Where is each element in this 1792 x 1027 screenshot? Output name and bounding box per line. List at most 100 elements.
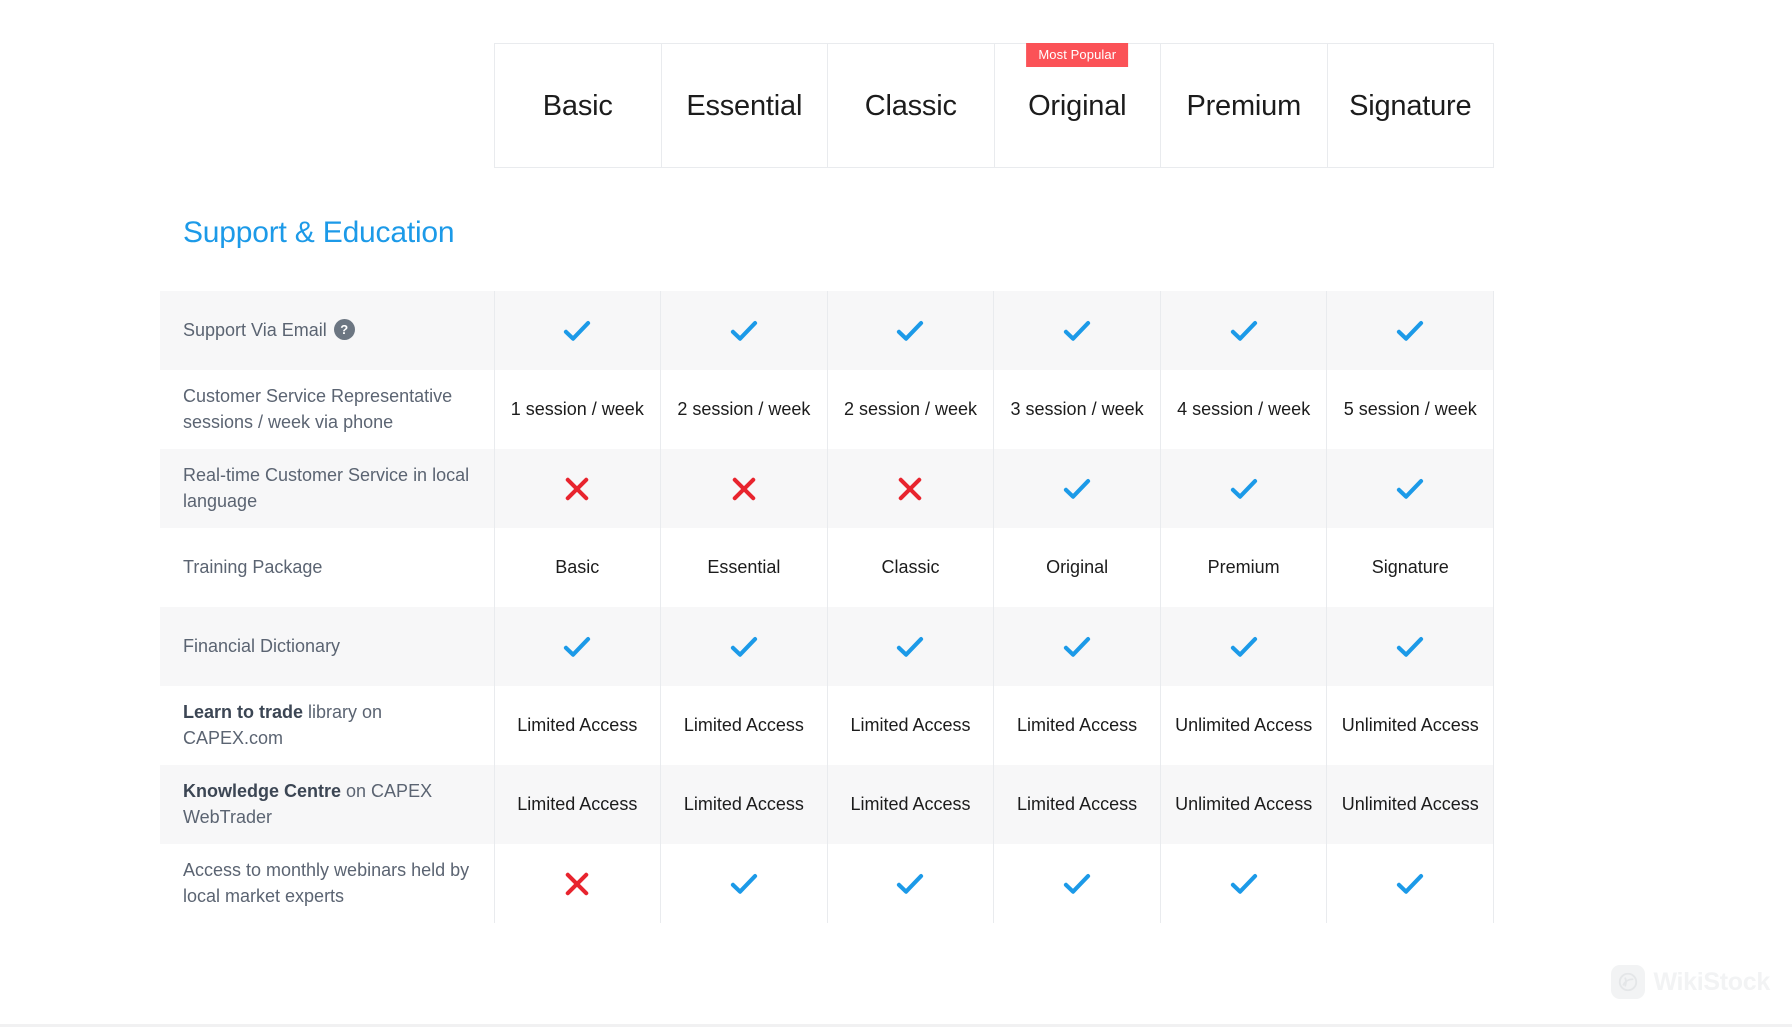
- feature-value-cell: Limited Access: [493, 765, 661, 844]
- feature-value-cell: [493, 291, 661, 370]
- table-row: Real-time Customer Service in local lang…: [160, 449, 1495, 528]
- feature-value-text: Classic: [881, 557, 940, 578]
- feature-value-cell: [826, 449, 994, 528]
- feature-value-text: Limited Access: [850, 794, 971, 815]
- feature-value-cell: 1 session / week: [493, 370, 661, 449]
- feature-label-text: Support Via Email: [183, 319, 327, 340]
- feature-value-text: Limited Access: [683, 715, 804, 736]
- plan-name-label: Classic: [864, 90, 957, 122]
- feature-value-text: Limited Access: [683, 794, 804, 815]
- feature-value-text: Signature: [1371, 557, 1449, 578]
- feature-value-cell: [993, 291, 1161, 370]
- feature-value-cell: [660, 449, 828, 528]
- plan-name-label: Original: [1028, 90, 1127, 122]
- feature-label-text: Financial Dictionary: [183, 635, 341, 656]
- wikistock-logo-icon: [1611, 965, 1646, 999]
- feature-value-cell: [660, 291, 828, 370]
- check-icon: [1060, 472, 1094, 506]
- feature-label-text: Real-time Customer Service in local lang…: [183, 464, 470, 511]
- feature-value-cell: [826, 844, 994, 923]
- feature-value-cell: [660, 844, 828, 923]
- feature-value-cell: Unlimited Access: [1159, 686, 1327, 765]
- plan-name-label: Signature: [1349, 90, 1472, 122]
- check-icon: [893, 867, 927, 901]
- feature-value-cell: [993, 844, 1161, 923]
- plan-header-card: Basic Essential Classic Most Popular Origina…: [494, 43, 1494, 168]
- table-row: Access to monthly webinars held by local…: [160, 844, 1495, 923]
- feature-value-cell: Limited Access: [660, 686, 828, 765]
- feature-label-cell: Real-time Customer Service in local lang…: [160, 449, 494, 528]
- feature-value-cell: [1326, 607, 1495, 686]
- feature-value-cell: Unlimited Access: [1159, 765, 1327, 844]
- feature-value-text: Limited Access: [850, 715, 971, 736]
- feature-label-text: Training Package: [183, 556, 323, 577]
- table-row: Training Package Basic Essential Classic Ori…: [160, 528, 1495, 607]
- check-icon: [1227, 630, 1261, 664]
- section-title-support-education: Support & Education: [183, 216, 455, 249]
- feature-comparison-table: Support Via Email? Customer Service Repre…: [160, 291, 1495, 923]
- feature-label-cell: Support Via Email?: [160, 291, 494, 370]
- feature-value-text: 2 session / week: [843, 399, 978, 420]
- feature-label-text: Access to monthly webinars held by local…: [183, 859, 470, 906]
- feature-value-cell: Unlimited Access: [1326, 686, 1495, 765]
- feature-value-cell: Limited Access: [493, 686, 661, 765]
- plan-column-essential[interactable]: Essential: [662, 44, 828, 167]
- feature-value-text: Essential: [707, 557, 781, 578]
- feature-value-cell: Essential: [660, 528, 828, 607]
- plan-column-basic[interactable]: Basic: [495, 44, 662, 167]
- feature-label-cell: Learn to trade library on CAPEX.com: [160, 686, 494, 765]
- feature-value-text: Limited Access: [517, 794, 638, 815]
- help-question-icon[interactable]: ?: [333, 319, 355, 341]
- feature-value-cell: [1326, 449, 1495, 528]
- check-icon: [1393, 630, 1427, 664]
- feature-label-cell: Access to monthly webinars held by local…: [160, 844, 494, 923]
- feature-value-cell: Basic: [493, 528, 661, 607]
- feature-value-cell: [1159, 607, 1327, 686]
- feature-value-text: 5 session / week: [1343, 399, 1477, 420]
- check-icon: [727, 314, 761, 348]
- feature-label-cell: Knowledge Centre on CAPEX WebTrader: [160, 765, 494, 844]
- feature-value-text: Premium: [1207, 557, 1280, 578]
- cross-icon: [560, 867, 594, 901]
- feature-value-text: Original: [1046, 557, 1109, 578]
- feature-value-cell: Signature: [1326, 528, 1495, 607]
- feature-value-cell: Limited Access: [993, 686, 1161, 765]
- feature-value-cell: [826, 291, 994, 370]
- cross-icon: [727, 472, 761, 506]
- check-icon: [727, 867, 761, 901]
- feature-value-cell: Limited Access: [826, 765, 994, 844]
- feature-label-text: Customer Service Representative sessions…: [183, 385, 453, 432]
- plan-column-premium[interactable]: Premium: [1161, 44, 1328, 167]
- plan-column-classic[interactable]: Classic: [828, 44, 995, 167]
- check-icon: [1393, 867, 1427, 901]
- table-row: Knowledge Centre on CAPEX WebTrader Limit…: [160, 765, 1495, 844]
- check-icon: [560, 630, 594, 664]
- feature-value-cell: [493, 844, 661, 923]
- feature-value-cell: Limited Access: [826, 686, 994, 765]
- feature-value-text: Basic: [555, 557, 600, 578]
- feature-value-cell: Premium: [1159, 528, 1327, 607]
- table-row: Learn to trade library on CAPEX.com Limit…: [160, 686, 1495, 765]
- plan-name-label: Basic: [542, 90, 613, 122]
- feature-value-cell: 2 session / week: [826, 370, 994, 449]
- feature-value-text: Limited Access: [1017, 715, 1138, 736]
- plan-column-original[interactable]: Most Popular Original: [995, 43, 1161, 167]
- feature-value-cell: [993, 607, 1161, 686]
- table-row: Financial Dictionary: [160, 607, 1495, 686]
- feature-value-cell: Limited Access: [660, 765, 828, 844]
- feature-value-text: Unlimited Access: [1341, 715, 1479, 736]
- feature-value-cell: Original: [993, 528, 1161, 607]
- feature-value-cell: Limited Access: [993, 765, 1161, 844]
- plan-column-signature[interactable]: Signature: [1328, 44, 1494, 167]
- check-icon: [1393, 472, 1427, 506]
- check-icon: [1060, 867, 1094, 901]
- feature-value-cell: [493, 449, 661, 528]
- plan-name-label: Premium: [1186, 90, 1302, 122]
- feature-value-cell: [1159, 291, 1327, 370]
- plan-name-label: Essential: [686, 90, 803, 122]
- check-icon: [560, 314, 594, 348]
- feature-value-text: Limited Access: [1017, 794, 1138, 815]
- table-row: Support Via Email?: [160, 291, 1495, 370]
- pricing-comparison-page: Basic Essential Classic Most Popular Origina…: [0, 0, 1792, 1027]
- feature-value-text: 3 session / week: [1010, 399, 1144, 420]
